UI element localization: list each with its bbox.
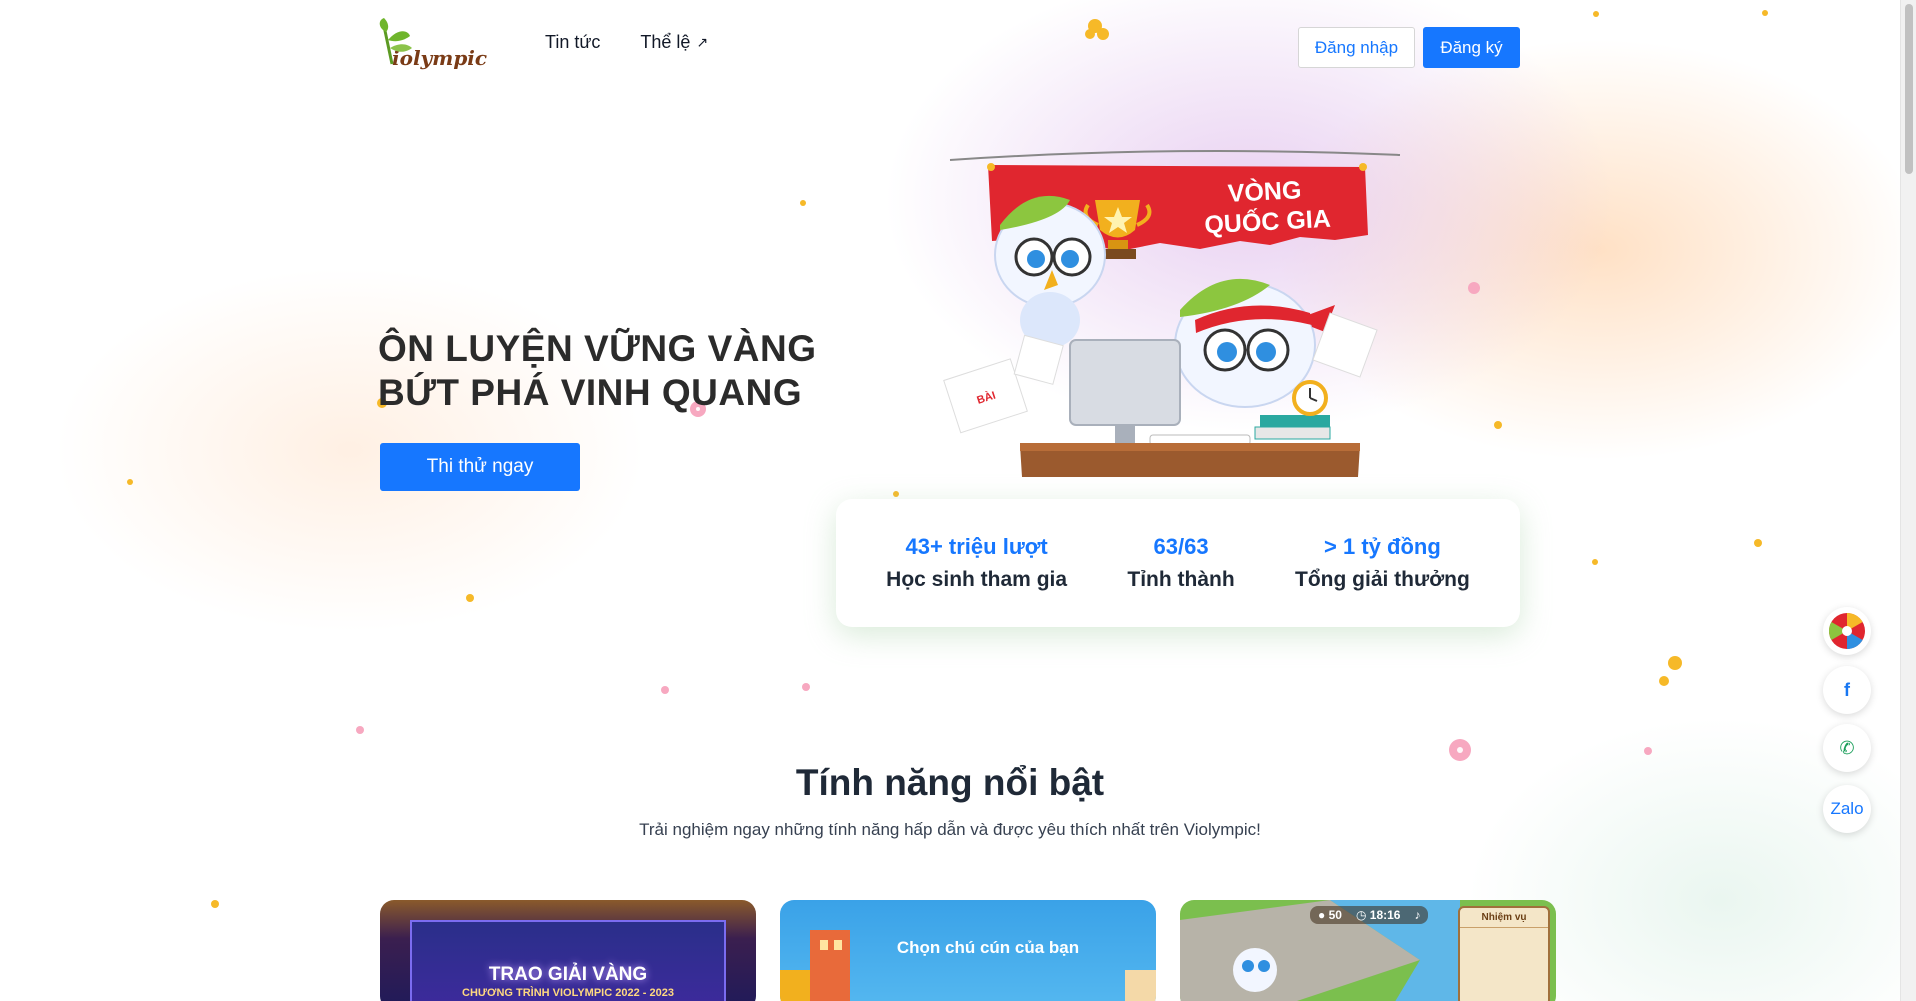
stat-label: Học sinh tham gia: [886, 568, 1068, 591]
hero-title-line1: ÔN LUYỆN VỮNG VÀNG: [378, 328, 817, 369]
violympic-logo[interactable]: iolympic: [378, 18, 490, 70]
hero-illustration: VÒNG QUỐC GIA BÀI: [943, 150, 1401, 477]
stat-label: Tỉnh thành: [1127, 568, 1235, 591]
stat-value: 43+ triệu lượt: [905, 534, 1048, 559]
stat-value: 63/63: [1153, 534, 1209, 559]
external-link-icon: ↗: [696, 34, 709, 50]
hero-title: ÔN LUYỆN VỮNG VÀNG BỨT PHÁ VINH QUANG: [378, 327, 838, 415]
game-timer: ◷ 18:16: [1355, 908, 1401, 922]
lucky-wheel-icon: [1828, 613, 1865, 649]
card-subtitle: CHƯƠNG TRÌNH VIOLYMPIC 2022 - 2023: [462, 987, 674, 999]
feature-card-pet[interactable]: Chọn chú cún của bạn: [780, 900, 1156, 1001]
banner-line1: VÒNG: [1227, 174, 1302, 208]
task-panel: Nhiệm vụ: [1458, 906, 1550, 1001]
stat-value: > 1 tỷ đồng: [1324, 534, 1441, 559]
stat-label: Tổng giải thưởng: [1295, 568, 1470, 591]
stat-students: 43+ triệu lượt Học sinh tham gia: [886, 534, 1067, 592]
nav-label: Thể lệ: [640, 32, 691, 52]
main-nav: Tin tức Thể lệ ↗: [545, 32, 708, 53]
card-title: Chọn chú cún của bạn: [896, 938, 1080, 957]
feature-card-game[interactable]: ● 50 ◷ 18:16 ♪ Nhiệm vụ: [1180, 900, 1556, 1001]
nav-item-rules[interactable]: Thể lệ ↗: [640, 32, 708, 53]
feature-card-awards[interactable]: TRAO GIẢI VÀNG CHƯƠNG TRÌNH VIOLYMPIC 20…: [380, 900, 756, 1001]
stat-provinces: 63/63 Tỉnh thành: [1127, 534, 1234, 592]
card-title: TRAO GIẢI VÀNG: [488, 964, 648, 985]
features-title: Tính năng nổi bật: [795, 762, 1105, 803]
register-button[interactable]: Đăng ký: [1423, 27, 1520, 68]
try-now-button[interactable]: Thi thử ngay: [380, 443, 580, 491]
scrollbar-thumb[interactable]: [1905, 4, 1913, 174]
stats-card: 43+ triệu lượt Học sinh tham gia 63/63 T…: [836, 499, 1520, 627]
phone-icon: ✆: [1839, 737, 1855, 758]
logo-leaf-icon: [379, 18, 412, 65]
lucky-wheel-button[interactable]: [1823, 607, 1871, 655]
page: iolympic Tin tức Thể lệ ↗ Đăng nhập Đăng…: [0, 0, 1900, 1001]
game-hud: ● 50 ◷ 18:16 ♪: [1310, 906, 1429, 924]
login-button[interactable]: Đăng nhập: [1298, 27, 1415, 68]
scrollbar[interactable]: [1900, 0, 1916, 1001]
coins-count: ● 50: [1318, 908, 1342, 922]
sound-icon: ♪: [1414, 908, 1421, 922]
features-subtitle: Trải nghiệm ngay những tính năng hấp dẫn…: [639, 820, 1261, 839]
facebook-icon: f: [1844, 679, 1850, 700]
task-panel-title: Nhiệm vụ: [1460, 908, 1548, 928]
stat-prize: > 1 tỷ đồng Tổng giải thưởng: [1295, 534, 1470, 592]
facebook-button[interactable]: f: [1823, 666, 1871, 714]
hero-title-line2: BỨT PHÁ VINH QUANG: [378, 372, 803, 413]
nav-label: Tin tức: [545, 32, 601, 52]
nav-item-news[interactable]: Tin tức: [545, 32, 600, 53]
